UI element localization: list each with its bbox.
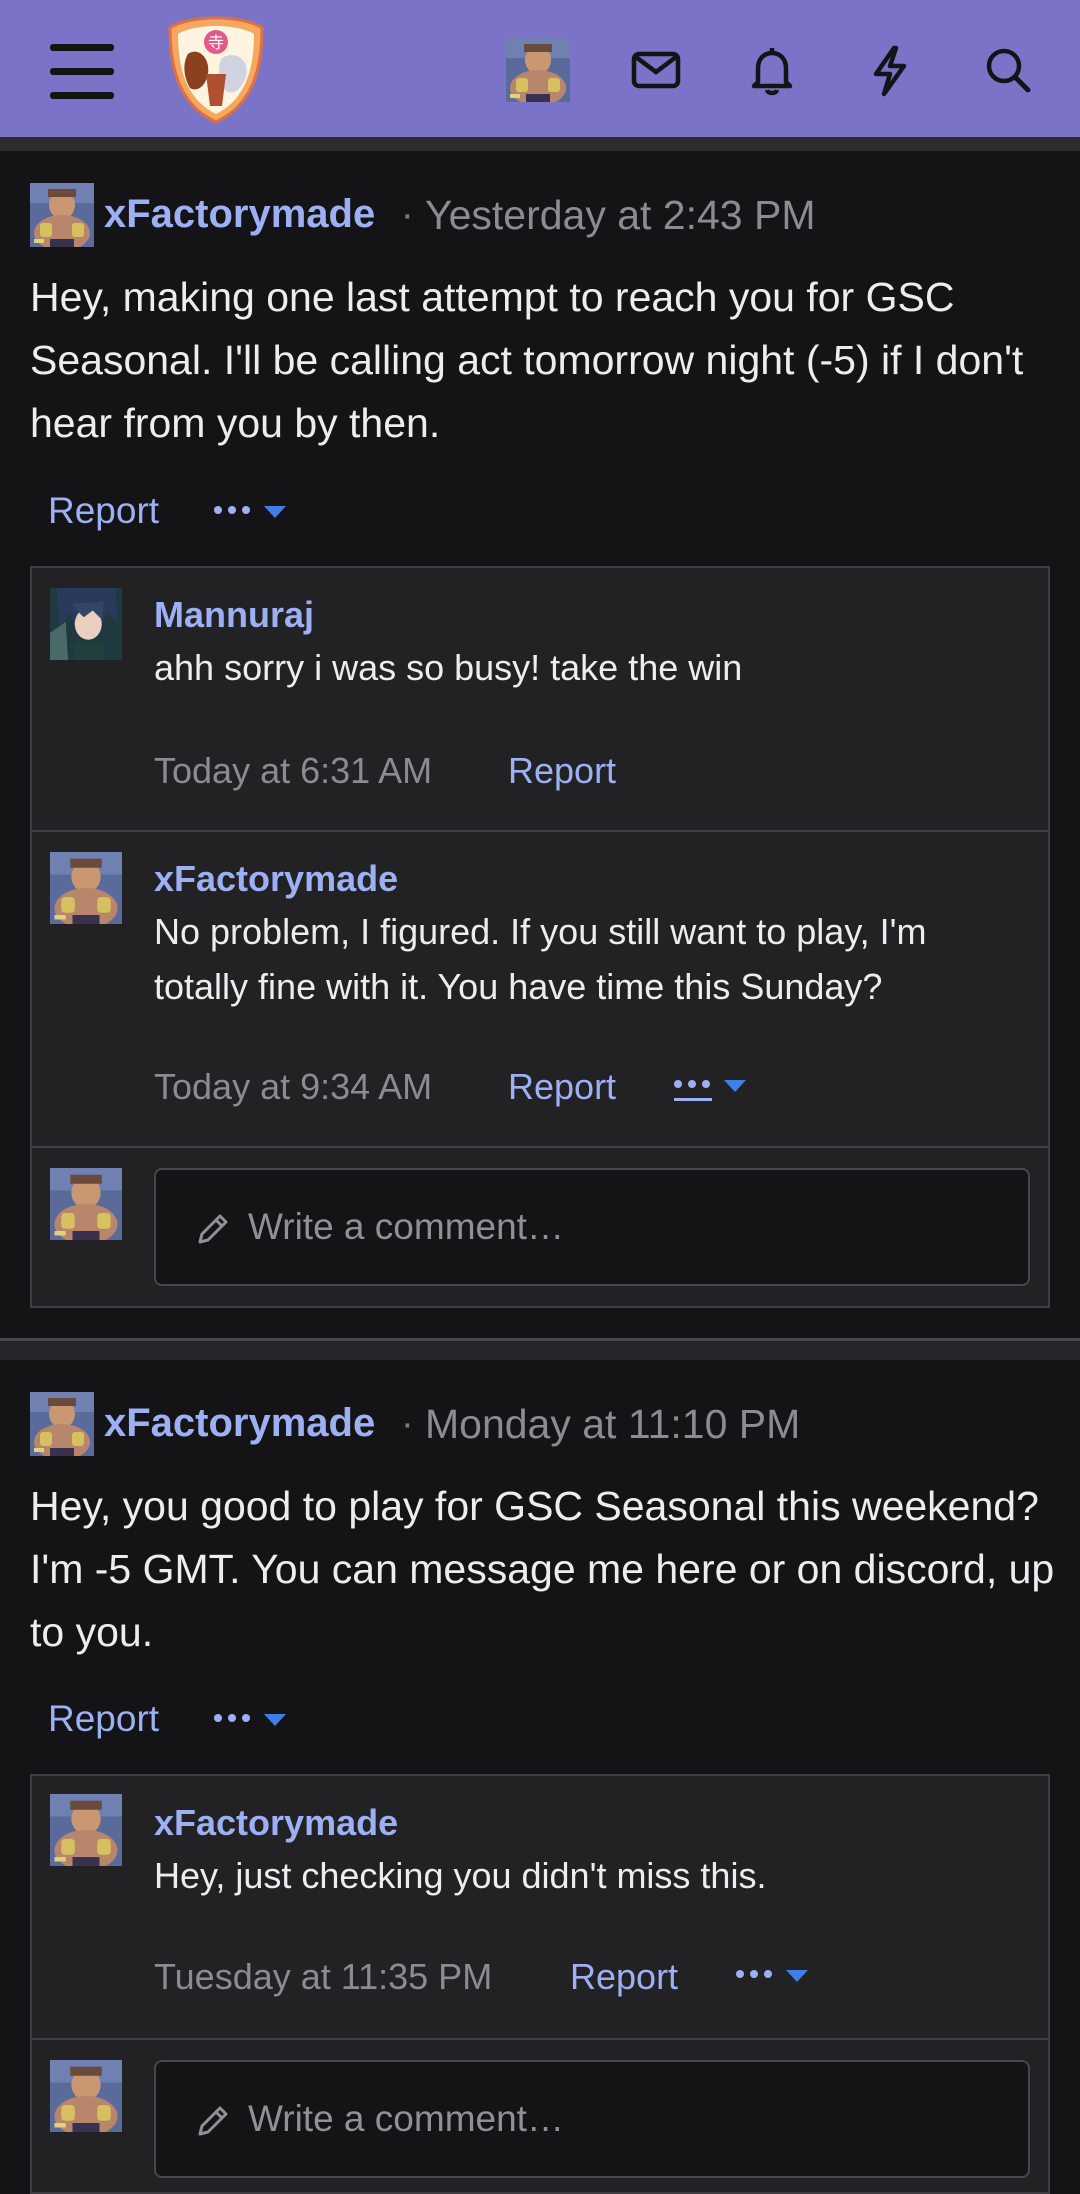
caret-down-icon — [724, 1080, 746, 1092]
more-dots-icon — [736, 1970, 776, 1980]
comment-report-link[interactable]: Report — [508, 1066, 616, 1108]
post-timestamp[interactable]: Monday at 11:10 PM — [425, 1401, 800, 1448]
comment-divider — [32, 830, 1048, 832]
comment-author-avatar[interactable] — [50, 1794, 122, 1866]
site-logo[interactable]: 寺 — [166, 14, 266, 126]
current-user-avatar — [50, 1168, 122, 1240]
user-avatar[interactable] — [506, 38, 570, 102]
comment-timestamp[interactable]: Today at 9:34 AM — [154, 1066, 432, 1108]
comment-timestamp[interactable]: Today at 6:31 AM — [154, 750, 432, 792]
comment-more-menu[interactable] — [674, 1066, 754, 1106]
post-report-link[interactable]: Report — [48, 490, 159, 532]
comment-divider — [32, 1146, 1048, 1148]
comment-thread: Mannuraj ahh sorry i was so busy! take t… — [30, 566, 1050, 1308]
post-body: Hey, you good to play for GSC Seasonal t… — [30, 1483, 1055, 1655]
caret-down-icon — [264, 506, 286, 518]
comment-text: Hey, just checking you didn't miss this. — [154, 1855, 767, 1896]
comment-divider — [32, 2038, 1048, 2040]
pencil-icon — [198, 1214, 228, 1244]
post-timestamp[interactable]: Yesterday at 2:43 PM — [425, 192, 816, 239]
post-report-link[interactable]: Report — [48, 1698, 159, 1740]
write-comment-placeholder: Write a comment… — [248, 1206, 564, 1247]
comment-author-name[interactable]: xFactorymade — [154, 1802, 398, 1844]
post-author-avatar[interactable] — [30, 1392, 94, 1456]
mail-icon[interactable] — [626, 40, 686, 100]
header-divider — [0, 137, 1080, 151]
top-navigation-bar: 寺 — [0, 0, 1080, 137]
menu-icon[interactable] — [50, 44, 114, 100]
comment-report-link[interactable]: Report — [570, 1956, 678, 1998]
more-dots-icon — [214, 1714, 254, 1724]
caret-down-icon — [264, 1714, 286, 1726]
comment-author-name[interactable]: xFactorymade — [154, 858, 398, 900]
more-dots-icon — [674, 1080, 714, 1101]
comment-text: No problem, I figured. If you still want… — [154, 911, 927, 1007]
bolt-icon[interactable] — [860, 40, 920, 100]
write-comment-placeholder: Write a comment… — [248, 2098, 564, 2139]
post-author-name[interactable]: xFactorymade — [104, 192, 375, 237]
comment-more-menu[interactable] — [736, 1956, 816, 1996]
svg-text:寺: 寺 — [208, 33, 224, 52]
write-comment-input[interactable]: Write a comment… — [154, 2060, 1030, 2178]
comment-report-link[interactable]: Report — [508, 750, 616, 792]
post-separator — [0, 1338, 1080, 1360]
caret-down-icon — [786, 1970, 808, 1982]
bell-icon[interactable] — [742, 40, 802, 100]
post-meta-separator: · — [401, 1403, 414, 1445]
comment-text: ahh sorry i was so busy! take the win — [154, 647, 743, 688]
post-body: Hey, making one last attempt to reach yo… — [30, 274, 1024, 446]
post-author-name[interactable]: xFactorymade — [104, 1401, 375, 1446]
search-icon[interactable] — [978, 40, 1038, 100]
post-more-menu[interactable] — [214, 492, 294, 532]
comment-author-name[interactable]: Mannuraj — [154, 594, 314, 636]
current-user-avatar — [50, 2060, 122, 2132]
post-meta-separator: · — [401, 194, 414, 236]
comment-author-avatar[interactable] — [50, 588, 122, 660]
write-comment-input[interactable]: Write a comment… — [154, 1168, 1030, 1286]
comment-timestamp[interactable]: Tuesday at 11:35 PM — [154, 1956, 492, 1998]
comment-thread: xFactorymade Hey, just checking you didn… — [30, 1774, 1050, 2194]
post-author-avatar[interactable] — [30, 183, 94, 247]
more-dots-icon — [214, 506, 254, 516]
comment-author-avatar[interactable] — [50, 852, 122, 924]
post-more-menu[interactable] — [214, 1700, 294, 1740]
pencil-icon — [198, 2106, 228, 2136]
